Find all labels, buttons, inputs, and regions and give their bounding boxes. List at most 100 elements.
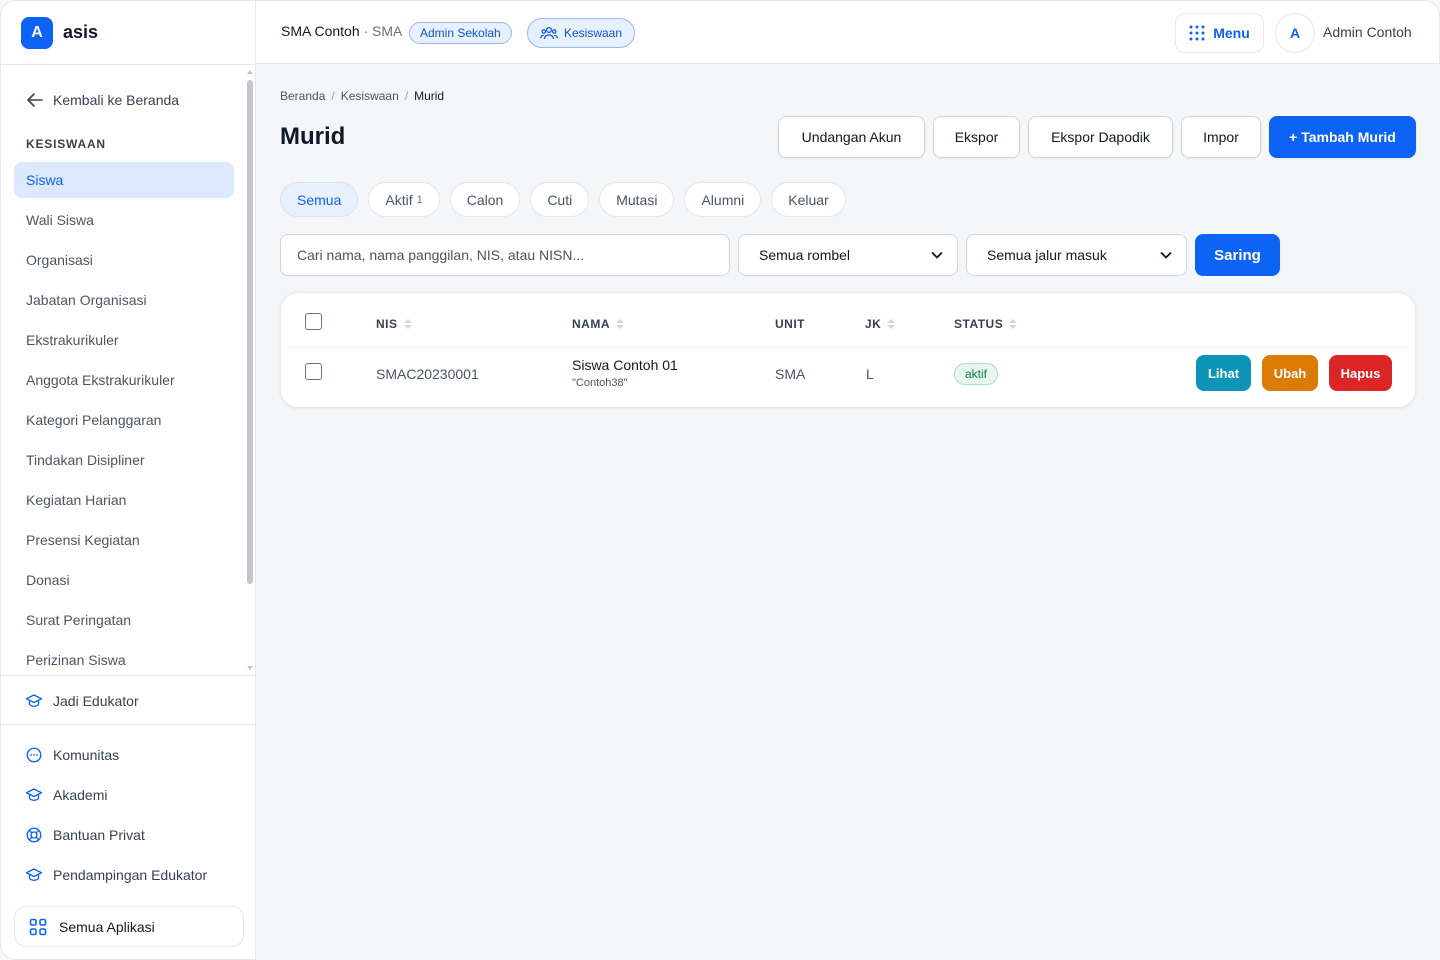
column-header-label: NIS <box>376 317 398 331</box>
tab-label: Alumni <box>701 191 745 208</box>
sidebar-item-jabatan-organisasi[interactable]: Jabatan Organisasi <box>14 282 234 318</box>
menu-button[interactable]: Menu <box>1175 13 1264 53</box>
komunitas-link[interactable]: Komunitas <box>1 735 255 775</box>
import-button[interactable]: Impor <box>1181 116 1261 158</box>
column-header-label: NAMA <box>572 317 610 331</box>
module-badge[interactable]: Kesiswaan <box>527 18 636 48</box>
column-header-jk[interactable]: JK <box>865 317 896 331</box>
delete-button[interactable]: Hapus <box>1329 355 1392 391</box>
sidebar: A asis Kembali ke Beranda KESISWAAN Sisw… <box>0 0 256 960</box>
export-button[interactable]: Ekspor <box>933 116 1020 158</box>
invite-account-button[interactable]: Undangan Akun <box>778 116 925 158</box>
edit-button[interactable]: Ubah <box>1262 355 1318 391</box>
brand-name: asis <box>63 22 99 42</box>
graduation-cap-icon <box>25 694 43 707</box>
rombel-select[interactable]: Semua rombel <box>738 234 958 276</box>
breadcrumb-separator: / <box>331 89 335 103</box>
jalur-select[interactable]: Semua jalur masuk <box>966 234 1187 276</box>
column-header-label: STATUS <box>954 317 1004 331</box>
pendampingan-edukator-link[interactable]: Pendampingan Edukator <box>1 855 255 895</box>
tab-cuti[interactable]: Cuti <box>530 182 590 217</box>
sidebar-item-tindakan-disipliner[interactable]: Tindakan Disipliner <box>14 442 234 478</box>
jalur-select-value: Semua jalur masuk <box>987 247 1107 263</box>
tab-label: Semua <box>297 191 342 208</box>
tab-keluar[interactable]: Keluar <box>771 182 846 217</box>
page-title: Murid <box>280 123 346 150</box>
all-apps-button[interactable]: Semua Aplikasi <box>14 906 244 947</box>
column-header-nama[interactable]: NAMA <box>572 317 624 331</box>
graduation-cap-icon <box>25 788 43 801</box>
sidebar-item-kategori-pelanggaran[interactable]: Kategori Pelanggaran <box>14 402 234 438</box>
sidebar-item-presensi-kegiatan[interactable]: Presensi Kegiatan <box>14 522 234 558</box>
sort-icon <box>403 319 412 329</box>
cell-nama: Siswa Contoh 01 <box>572 357 678 373</box>
tab-label: Calon <box>466 191 504 208</box>
brand[interactable]: A asis <box>1 1 255 65</box>
tab-label: Mutasi <box>616 191 658 208</box>
sidebar-scrollbar[interactable] <box>247 70 253 670</box>
topbar: SMA Contoh · SMA Admin Sekolah Kesiswaan… <box>256 0 1440 64</box>
all-apps-label: Semua Aplikasi <box>59 918 155 935</box>
sort-icon <box>887 319 896 329</box>
module-badge-label: Kesiswaan <box>564 26 623 40</box>
export-dapodik-button[interactable]: Ekspor Dapodik <box>1028 116 1173 158</box>
sidebar-item-donasi[interactable]: Donasi <box>14 562 234 598</box>
lifebuoy-icon <box>26 827 42 843</box>
status-tabs: Semua Aktif 1 Calon Cuti Mutasi Alumni Ke… <box>280 182 856 217</box>
sidebar-item-ekstrakurikuler[interactable]: Ekstrakurikuler <box>14 322 234 358</box>
cell-unit: SMA <box>775 366 806 382</box>
sidebar-item-organisasi[interactable]: Organisasi <box>14 242 234 278</box>
tab-label: Aktif <box>385 191 413 208</box>
sidebar-scrollbar-thumb[interactable] <box>247 80 253 584</box>
scroll-down-arrow-icon[interactable] <box>247 666 253 670</box>
sidebar-item-surat-peringatan[interactable]: Surat Peringatan <box>14 602 234 638</box>
column-header-label: JK <box>865 317 882 331</box>
sidebar-edukator-block: Jadi Edukator <box>1 675 255 725</box>
akademi-link[interactable]: Akademi <box>1 775 255 815</box>
back-to-home-link[interactable]: Kembali ke Beranda <box>25 90 179 110</box>
column-header-status[interactable]: STATUS <box>954 317 1018 331</box>
cell-nis: SMAC20230001 <box>376 366 479 382</box>
add-student-button[interactable]: + Tambah Murid <box>1269 116 1416 158</box>
tab-semua[interactable]: Semua <box>280 182 359 217</box>
users-icon <box>540 26 558 40</box>
search-input[interactable] <box>280 234 730 276</box>
jadi-edukator-link[interactable]: Jadi Edukator <box>1 681 255 721</box>
sidebar-item-perizinan-siswa[interactable]: Perizinan Siswa <box>14 642 234 675</box>
tab-aktif[interactable]: Aktif 1 <box>368 182 440 217</box>
tab-mutasi[interactable]: Mutasi <box>599 182 675 217</box>
bantuan-privat-link[interactable]: Bantuan Privat <box>1 815 255 855</box>
scroll-up-arrow-icon[interactable] <box>247 70 253 74</box>
tab-alumni[interactable]: Alumni <box>684 182 762 217</box>
bantuan-privat-label: Bantuan Privat <box>53 827 145 843</box>
brand-logo: A <box>21 16 53 49</box>
sort-icon <box>1009 319 1018 329</box>
sidebar-item-wali-siswa[interactable]: Wali Siswa <box>14 202 234 238</box>
sidebar-item-kegiatan-harian[interactable]: Kegiatan Harian <box>14 482 234 518</box>
breadcrumb-beranda[interactable]: Beranda <box>280 89 325 103</box>
user-name[interactable]: Admin Contoh <box>1323 24 1412 40</box>
breadcrumb-kesiswaan[interactable]: Kesiswaan <box>341 89 399 103</box>
back-link-label: Kembali ke Beranda <box>53 92 180 108</box>
tab-calon[interactable]: Calon <box>449 182 521 217</box>
jadi-edukator-label: Jadi Edukator <box>53 693 139 709</box>
view-button[interactable]: Lihat <box>1196 355 1251 391</box>
tab-label: Keluar <box>788 191 829 208</box>
status-badge: aktif <box>954 363 999 385</box>
breadcrumb-separator: / <box>404 89 409 103</box>
students-table: NIS NAMA UNIT JK STATUS SMAC20230001 Sis… <box>280 292 1416 408</box>
select-all-checkbox[interactable] <box>305 313 322 330</box>
avatar[interactable]: A <box>1275 13 1315 53</box>
breadcrumb-current: Murid <box>414 89 445 103</box>
column-header-label: UNIT <box>775 317 805 331</box>
grid-icon <box>29 918 47 935</box>
row-checkbox[interactable] <box>305 363 322 380</box>
filter-submit-button[interactable]: Saring <box>1195 234 1280 276</box>
sidebar-item-anggota-ekstrakurikuler[interactable]: Anggota Ekstrakurikuler <box>14 362 234 398</box>
cell-nama-panggilan: "Contoh38" <box>572 377 628 389</box>
komunitas-label: Komunitas <box>53 747 120 763</box>
sidebar-item-siswa[interactable]: Siswa <box>14 162 234 198</box>
role-badge[interactable]: Admin Sekolah <box>409 22 512 44</box>
chevron-down-icon <box>931 251 943 259</box>
column-header-nis[interactable]: NIS <box>376 317 412 331</box>
